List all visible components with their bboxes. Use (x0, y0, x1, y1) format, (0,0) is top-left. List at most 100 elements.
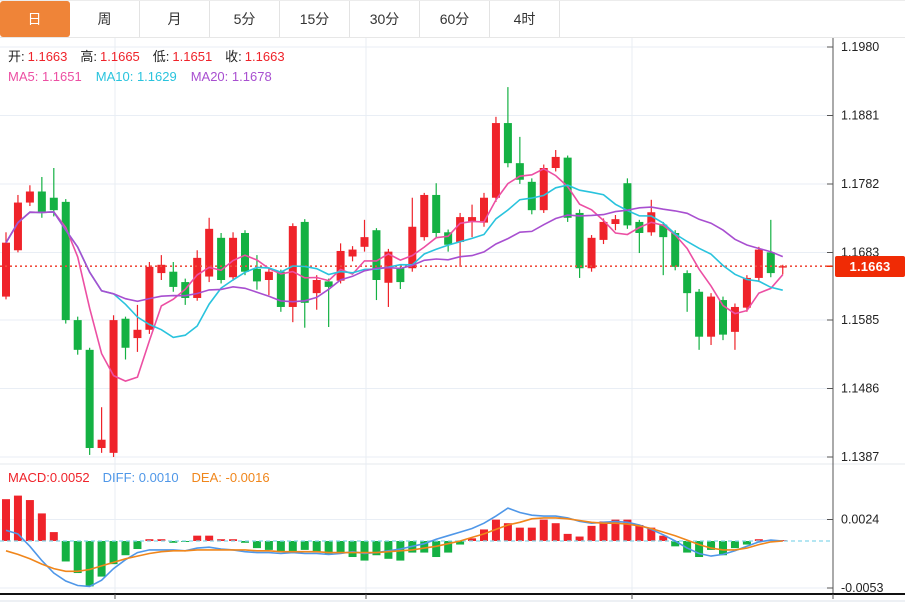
candle (480, 198, 488, 223)
high-label: 高: (80, 49, 97, 64)
candle (683, 273, 691, 293)
macd-bar (600, 521, 608, 541)
candle (38, 192, 46, 213)
candle (2, 243, 10, 297)
candle (62, 202, 70, 320)
candle (576, 213, 584, 268)
diff-readout: DIFF: 0.0010 (103, 470, 179, 485)
open-value: 1.1663 (28, 49, 68, 64)
tab-day[interactable]: 日 (0, 1, 70, 37)
last-price-badge: 1.1663 (835, 256, 905, 277)
candle (528, 182, 536, 210)
macd-bar (588, 526, 596, 541)
ma10-line (6, 185, 783, 337)
candle (456, 217, 464, 242)
candle (169, 272, 177, 287)
candle (695, 292, 703, 337)
price-axis-label: 1.1980 (841, 40, 879, 54)
macd-bar (731, 541, 739, 548)
candle (122, 319, 130, 348)
macd-legend: MACD:0.0052 DIFF: 0.0010 DEA: -0.0016 (8, 469, 270, 486)
macd-bar (122, 541, 130, 555)
candle (731, 307, 739, 332)
macd-bar (564, 534, 572, 541)
macd-bar (74, 541, 82, 573)
macd-bar (86, 541, 94, 586)
candle (229, 238, 237, 277)
candle (361, 237, 369, 247)
ma20-readout: MA20: 1.1678 (191, 69, 272, 84)
macd-bar (38, 513, 46, 541)
candle (504, 123, 512, 163)
tab-60min[interactable]: 60分 (420, 1, 490, 37)
candle (707, 297, 715, 337)
macd-bar (313, 541, 321, 553)
macd-bar (193, 536, 201, 541)
kline-chart-app: 1.19801.18811.17821.16831.15851.14861.13… (0, 0, 905, 602)
price-axis-label: 1.1585 (841, 313, 879, 327)
close-label: 收: (225, 49, 242, 64)
candlestick-chart[interactable]: 1.19801.18811.17821.16831.15851.14861.13… (0, 0, 905, 602)
tab-4hour[interactable]: 4时 (490, 1, 560, 37)
ma5-line (6, 169, 783, 381)
candle (396, 268, 404, 282)
candle (623, 183, 631, 225)
candle (552, 157, 560, 168)
macd-bar (98, 541, 106, 577)
macd-bar (50, 532, 58, 541)
candle (253, 269, 261, 281)
macd-bar (265, 541, 273, 550)
candle (86, 350, 94, 448)
candle (74, 320, 82, 350)
candle (611, 219, 619, 224)
macd-bar (205, 536, 213, 541)
macd-axis-label: 0.0024 (841, 513, 879, 527)
macd-bar (277, 541, 285, 552)
tab-15min[interactable]: 15分 (280, 1, 350, 37)
candle (26, 192, 34, 203)
tab-30min[interactable]: 30分 (350, 1, 420, 37)
macd-bar (516, 528, 524, 541)
macd-bar (289, 541, 297, 552)
ma5-readout: MA5: 1.1651 (8, 69, 82, 84)
candle (492, 123, 500, 198)
candle (755, 250, 763, 278)
price-axis-label: 1.1782 (841, 177, 879, 191)
macd-bar (337, 541, 345, 553)
low-value: 1.1651 (172, 49, 212, 64)
open-label: 开: (8, 49, 25, 64)
tab-month[interactable]: 月 (140, 1, 210, 37)
dea-readout: DEA: -0.0016 (192, 470, 270, 485)
candle (767, 252, 775, 273)
timeframe-tabbar: 日 周 月 5分 15分 30分 60分 4时 (0, 0, 905, 38)
candle (265, 272, 273, 280)
price-axis-label: 1.1881 (841, 108, 879, 122)
candle (743, 278, 751, 308)
ma10-readout: MA10: 1.1629 (96, 69, 177, 84)
macd-bar (2, 499, 10, 541)
low-label: 低: (153, 49, 170, 64)
candle (432, 195, 440, 233)
ohlc-legend: 开:1.1663高:1.1665低:1.1651收:1.1663 (8, 48, 298, 65)
price-axis-label: 1.1486 (841, 382, 879, 396)
macd-readout: MACD:0.0052 (8, 470, 90, 485)
ma-legend: MA5: 1.1651 MA10: 1.1629 MA20: 1.1678 (8, 68, 286, 85)
candle (588, 238, 596, 268)
tab-week[interactable]: 周 (70, 1, 140, 37)
candle (110, 320, 118, 453)
candle (301, 222, 309, 303)
ma20-line (6, 207, 783, 302)
macd-bar (576, 537, 584, 541)
tab-5min[interactable]: 5分 (210, 1, 280, 37)
macd-bar (110, 541, 118, 564)
close-value: 1.1663 (245, 49, 285, 64)
candle (600, 222, 608, 240)
macd-bar (361, 541, 369, 561)
macd-bar (301, 541, 309, 550)
macd-bar (552, 523, 560, 541)
high-value: 1.1665 (100, 49, 140, 64)
candle (540, 168, 548, 210)
macd-bar (62, 541, 70, 561)
macd-bar (133, 541, 141, 549)
macd-axis-label: -0.0053 (841, 581, 883, 595)
